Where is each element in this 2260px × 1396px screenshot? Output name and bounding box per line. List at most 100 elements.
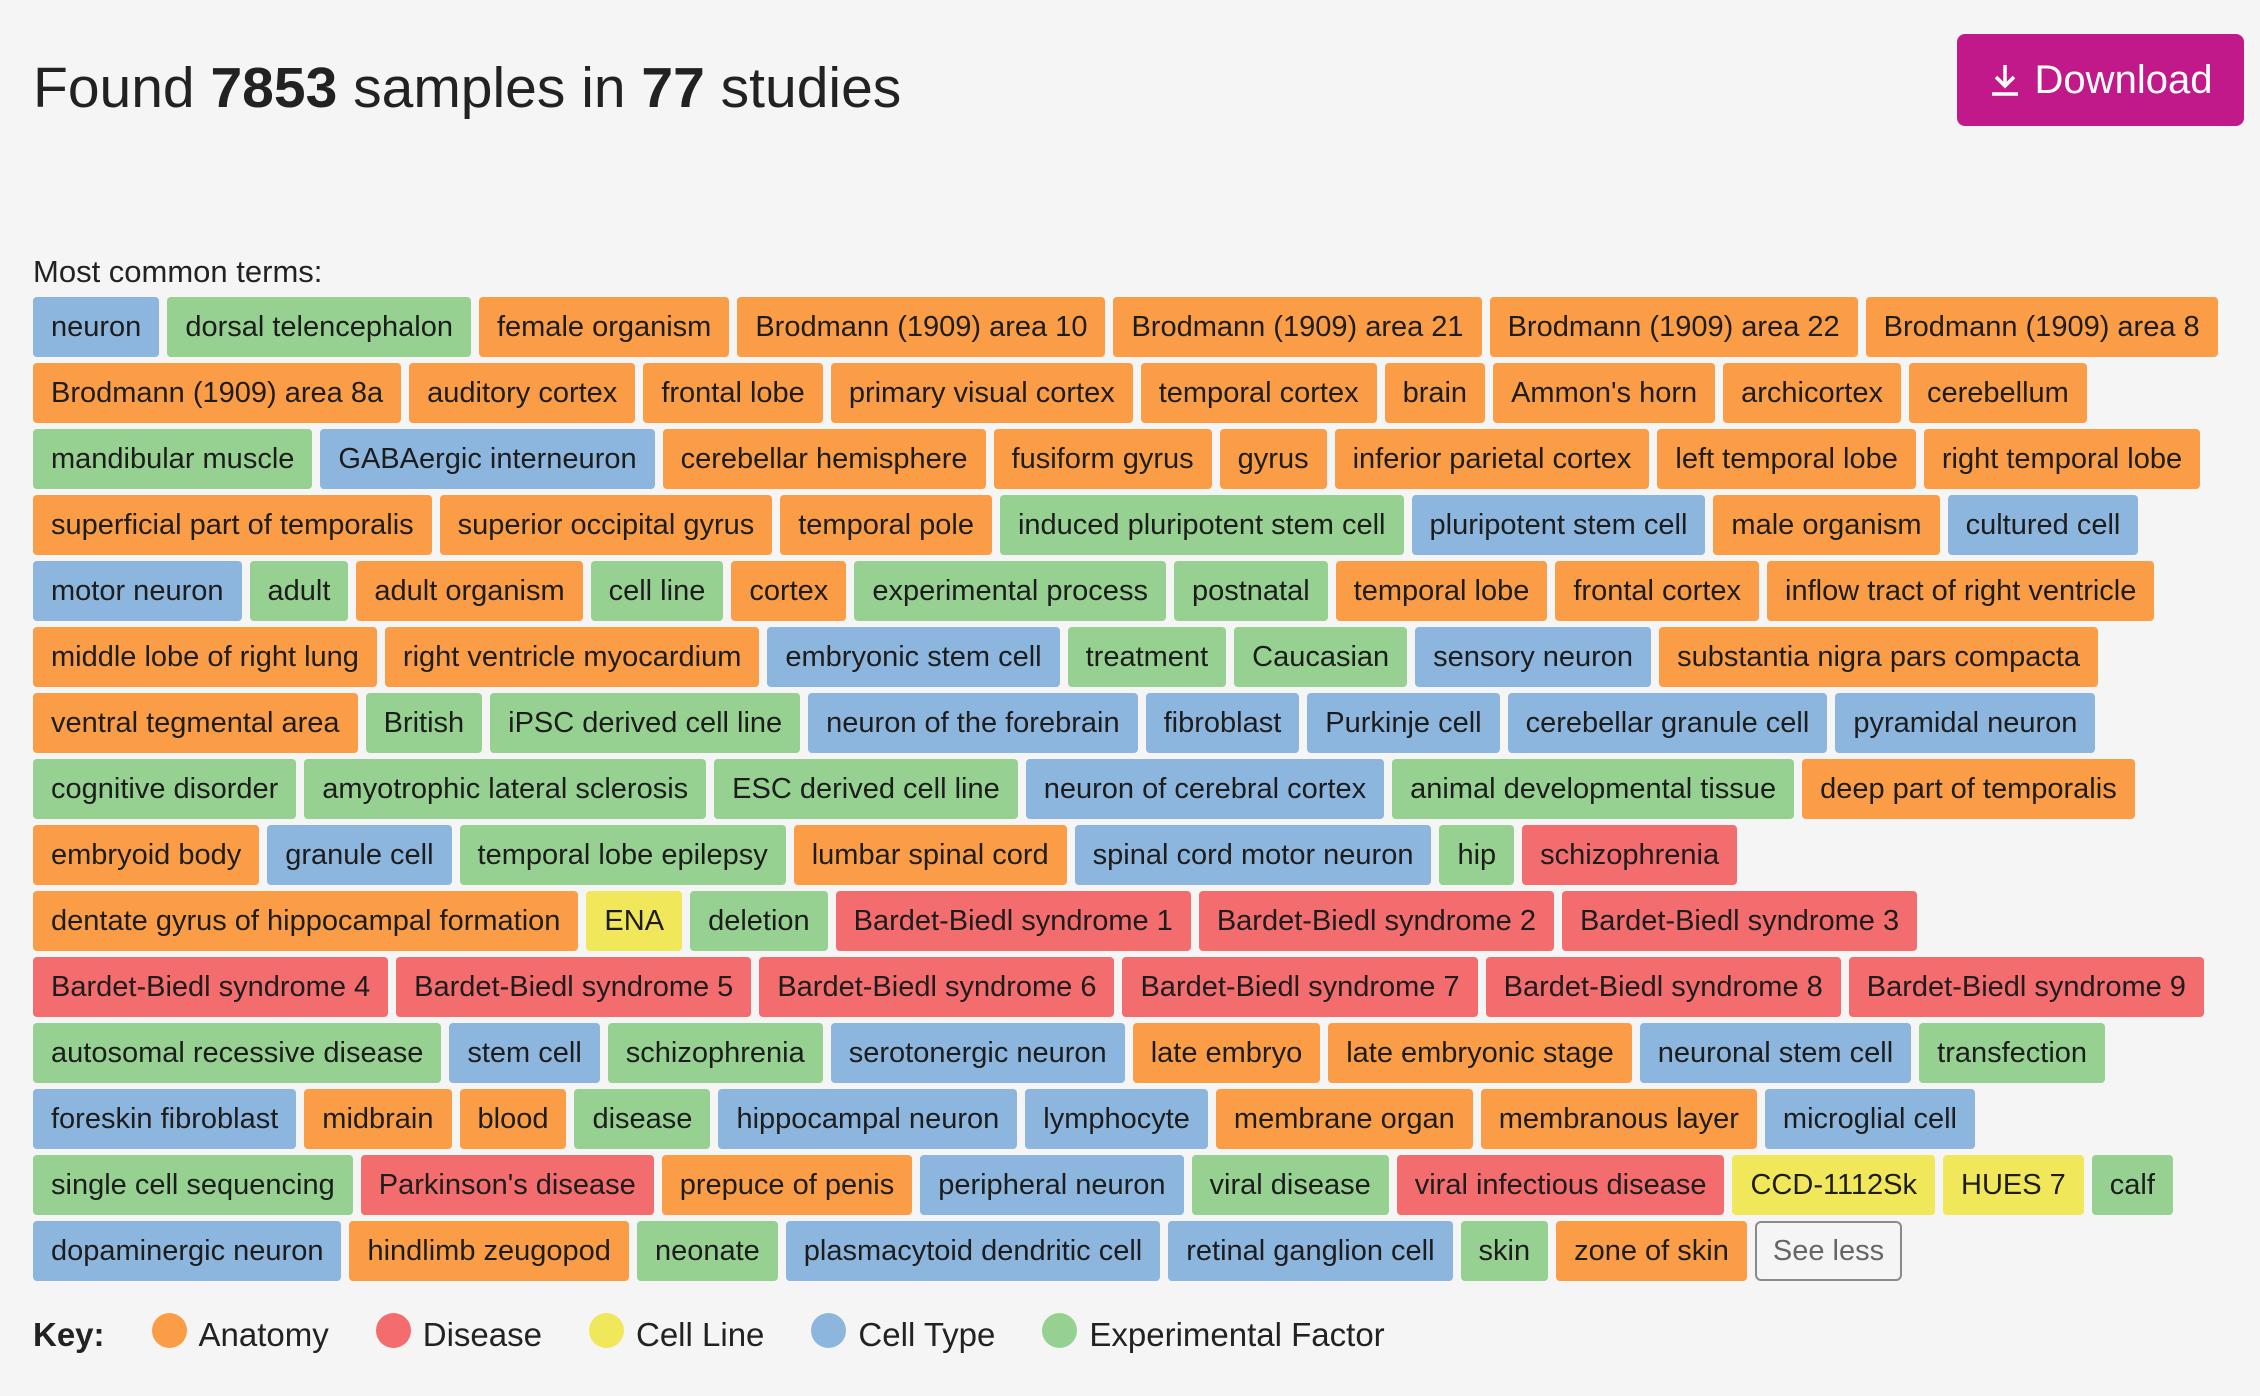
term-tag[interactable]: calf [2091,1155,2173,1215]
term-tag[interactable]: inflow tract of right ventricle [1767,561,2155,621]
term-tag[interactable]: retinal ganglion cell [1168,1221,1453,1281]
term-tag[interactable]: Bardet-Biedl syndrome 7 [1122,957,1478,1017]
term-tag[interactable]: substantia nigra pars compacta [1659,627,2099,687]
term-tag[interactable]: autosomal recessive disease [33,1023,442,1083]
term-tag[interactable]: dopaminergic neuron [33,1221,342,1281]
term-tag[interactable]: cerebellar granule cell [1507,693,1828,753]
term-tag[interactable]: animal developmental tissue [1392,759,1795,819]
term-tag[interactable]: blood [459,1089,567,1149]
term-tag[interactable]: ENA [586,891,683,951]
term-tag[interactable]: frontal lobe [643,363,823,423]
term-tag[interactable]: ventral tegmental area [33,693,358,753]
term-tag[interactable]: experimental process [854,561,1166,621]
term-tag[interactable]: membrane organ [1215,1089,1473,1149]
term-tag[interactable]: Bardet-Biedl syndrome 1 [835,891,1191,951]
term-tag[interactable]: Caucasian [1234,627,1408,687]
term-tag[interactable]: archicortex [1723,363,1901,423]
term-tag[interactable]: late embryonic stage [1328,1023,1632,1083]
term-tag[interactable]: left temporal lobe [1657,429,1916,489]
term-tag[interactable]: inferior parietal cortex [1334,429,1650,489]
term-tag[interactable]: right ventricle myocardium [384,627,760,687]
term-tag[interactable]: Brodmann (1909) area 10 [737,297,1106,357]
term-tag[interactable]: dentate gyrus of hippocampal formation [33,891,579,951]
term-tag[interactable]: viral disease [1191,1155,1389,1215]
term-tag[interactable]: primary visual cortex [830,363,1133,423]
term-tag[interactable]: adult [249,561,349,621]
term-tag[interactable]: skin [1460,1221,1549,1281]
term-tag[interactable]: temporal lobe [1335,561,1548,621]
term-tag[interactable]: neonate [636,1221,778,1281]
term-tag[interactable]: Bardet-Biedl syndrome 9 [1848,957,2204,1017]
term-tag[interactable]: pluripotent stem cell [1411,495,1706,555]
term-tag[interactable]: deletion [690,891,828,951]
term-tag[interactable]: cortex [731,561,847,621]
term-tag[interactable]: viral infectious disease [1396,1155,1725,1215]
term-tag[interactable]: sensory neuron [1415,627,1652,687]
term-tag[interactable]: temporal cortex [1140,363,1377,423]
term-tag[interactable]: temporal pole [780,495,992,555]
term-tag[interactable]: Brodmann (1909) area 21 [1113,297,1482,357]
download-button[interactable]: Download [1957,34,2244,126]
term-tag[interactable]: deep part of temporalis [1802,759,2135,819]
term-tag[interactable]: granule cell [267,825,452,885]
term-tag[interactable]: peripheral neuron [920,1155,1184,1215]
term-tag[interactable]: motor neuron [33,561,242,621]
term-tag[interactable]: frontal cortex [1555,561,1760,621]
term-tag[interactable]: embryonic stem cell [767,627,1060,687]
term-tag[interactable]: cerebellum [1908,363,2087,423]
term-tag[interactable]: late embryo [1132,1023,1321,1083]
term-tag[interactable]: cultured cell [1947,495,2139,555]
term-tag[interactable]: stem cell [449,1023,600,1083]
term-tag[interactable]: serotonergic neuron [830,1023,1125,1083]
term-tag[interactable]: Parkinson's disease [360,1155,654,1215]
term-tag[interactable]: neuronal stem cell [1639,1023,1912,1083]
term-tag[interactable]: superior occipital gyrus [439,495,773,555]
term-tag[interactable]: amyotrophic lateral sclerosis [304,759,707,819]
term-tag[interactable]: CCD-1112Sk [1732,1155,1936,1215]
term-tag[interactable]: spinal cord motor neuron [1074,825,1432,885]
term-tag[interactable]: hippocampal neuron [718,1089,1018,1149]
see-less-button[interactable]: See less [1754,1221,1903,1281]
term-tag[interactable]: female organism [478,297,730,357]
term-tag[interactable]: Purkinje cell [1307,693,1500,753]
term-tag[interactable]: GABAergic interneuron [320,429,655,489]
term-tag[interactable]: cerebellar hemisphere [662,429,986,489]
term-tag[interactable]: fusiform gyrus [993,429,1212,489]
term-tag[interactable]: plasmacytoid dendritic cell [785,1221,1161,1281]
term-tag[interactable]: male organism [1713,495,1940,555]
term-tag[interactable]: Bardet-Biedl syndrome 5 [396,957,752,1017]
term-tag[interactable]: ESC derived cell line [714,759,1018,819]
term-tag[interactable]: brain [1384,363,1486,423]
term-tag[interactable]: right temporal lobe [1923,429,2201,489]
term-tag[interactable]: lymphocyte [1025,1089,1208,1149]
term-tag[interactable]: induced pluripotent stem cell [999,495,1404,555]
term-tag[interactable]: single cell sequencing [33,1155,353,1215]
term-tag[interactable]: neuron of the forebrain [808,693,1138,753]
term-tag[interactable]: Bardet-Biedl syndrome 6 [759,957,1115,1017]
term-tag[interactable]: Bardet-Biedl syndrome 8 [1485,957,1841,1017]
term-tag[interactable]: schizophrenia [1522,825,1738,885]
term-tag[interactable]: Bardet-Biedl syndrome 2 [1198,891,1554,951]
term-tag[interactable]: Bardet-Biedl syndrome 4 [33,957,389,1017]
term-tag[interactable]: foreskin fibroblast [33,1089,297,1149]
term-tag[interactable]: Brodmann (1909) area 22 [1489,297,1858,357]
term-tag[interactable]: temporal lobe epilepsy [459,825,786,885]
term-tag[interactable]: treatment [1067,627,1227,687]
term-tag[interactable]: neuron [33,297,160,357]
term-tag[interactable]: middle lobe of right lung [33,627,377,687]
term-tag[interactable]: dorsal telencephalon [167,297,471,357]
term-tag[interactable]: British [365,693,483,753]
term-tag[interactable]: Brodmann (1909) area 8a [33,363,402,423]
term-tag[interactable]: pyramidal neuron [1835,693,2096,753]
term-tag[interactable]: prepuce of penis [661,1155,913,1215]
term-tag[interactable]: Bardet-Biedl syndrome 3 [1561,891,1918,951]
term-tag[interactable]: microglial cell [1764,1089,1975,1149]
term-tag[interactable]: auditory cortex [409,363,636,423]
term-tag[interactable]: HUES 7 [1943,1155,2084,1215]
term-tag[interactable]: membranous layer [1480,1089,1757,1149]
term-tag[interactable]: hindlimb zeugopod [349,1221,629,1281]
term-tag[interactable]: adult organism [356,561,583,621]
term-tag[interactable]: transfection [1919,1023,2106,1083]
term-tag[interactable]: fibroblast [1145,693,1300,753]
term-tag[interactable]: neuron of cerebral cortex [1025,759,1385,819]
